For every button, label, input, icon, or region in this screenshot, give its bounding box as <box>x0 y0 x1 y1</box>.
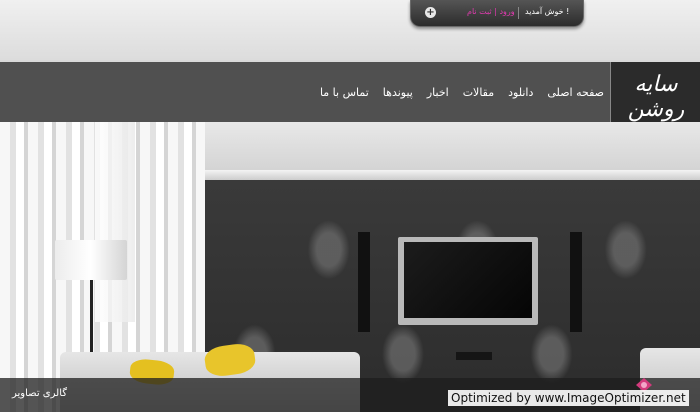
user-panel-tab: + ورود | ثبت نام خوش آمدید ! <box>410 0 584 27</box>
window-light <box>95 122 135 322</box>
lamp-shade <box>55 240 127 280</box>
nav-item-links[interactable]: پیوندها <box>383 86 413 99</box>
site-logo[interactable]: سایه روشن <box>610 62 700 122</box>
plus-icon[interactable]: + <box>425 7 436 18</box>
main-nav: صفحه اصلی دانلود مقالات اخبار پیوندها تم… <box>320 86 604 99</box>
logo-text: سایه روشن <box>627 72 685 122</box>
welcome-text: خوش آمدید ! <box>525 7 570 16</box>
speaker-left <box>358 232 370 332</box>
watermark-text: Optimized by www.ImageOptimizer.net <box>448 390 689 406</box>
nav-item-contact[interactable]: تماس با ما <box>320 86 369 99</box>
nav-item-news[interactable]: اخبار <box>427 86 449 99</box>
top-strip <box>0 0 700 60</box>
tv-screen <box>404 242 532 318</box>
nav-item-download[interactable]: دانلود <box>508 86 533 99</box>
speaker-right <box>570 232 582 332</box>
divider <box>518 7 519 19</box>
gallery-link[interactable]: گالری تصاویر <box>12 388 67 399</box>
login-register-link[interactable]: ورود | ثبت نام <box>467 7 515 16</box>
nav-item-articles[interactable]: مقالات <box>463 86 494 99</box>
nav-item-home[interactable]: صفحه اصلی <box>547 86 604 99</box>
tv-stand <box>456 352 492 360</box>
